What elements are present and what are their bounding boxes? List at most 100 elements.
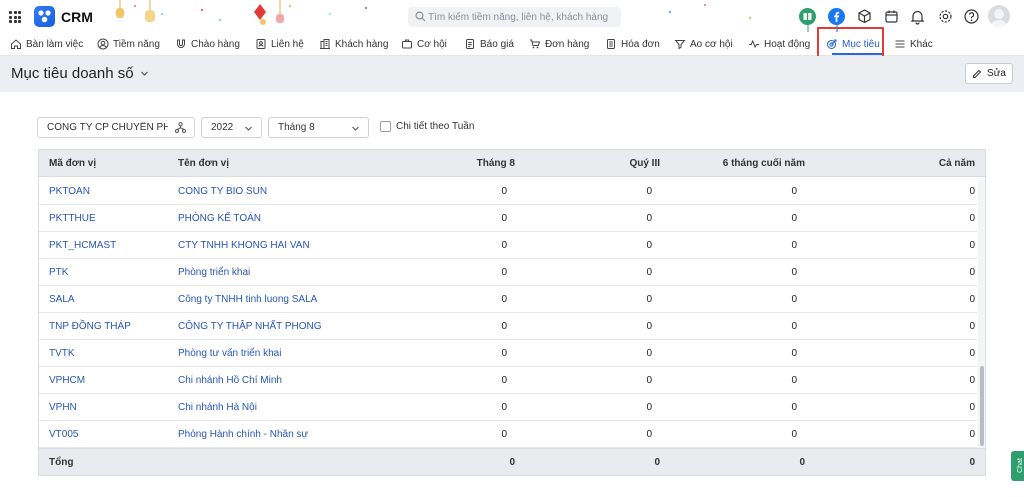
year-value: 2022 bbox=[211, 122, 234, 133]
month-target: 0 bbox=[501, 402, 507, 413]
column-header[interactable]: Mã đơn vị bbox=[49, 158, 96, 169]
unit-code-link[interactable]: PKT_HCMAST bbox=[49, 240, 116, 251]
page-title-dropdown[interactable]: Mục tiêu doanh số bbox=[11, 65, 149, 82]
column-header[interactable]: Cả năm bbox=[939, 158, 975, 169]
scrollbar-thumb[interactable] bbox=[980, 366, 984, 446]
confetti-right-decoration-icon bbox=[668, 4, 752, 20]
book-icon[interactable] bbox=[799, 8, 816, 25]
table-row[interactable]: PTK Phòng triển khai 0 0 0 0 bbox=[39, 259, 977, 286]
table-row[interactable]: VPHN Chi nhánh Hà Nội 0 0 0 0 bbox=[39, 394, 977, 421]
unit-name-link[interactable]: CONG TY BIO SUN bbox=[178, 186, 267, 197]
unit-code-link[interactable]: TVTK bbox=[49, 348, 75, 359]
half-year-target: 0 bbox=[791, 375, 797, 386]
nav-item-offers[interactable]: Chào hàng bbox=[175, 33, 240, 55]
nav-item-more[interactable]: Khác bbox=[894, 33, 933, 55]
unit-name-link[interactable]: Chi nhánh Hồ Chí Minh bbox=[178, 375, 282, 386]
nav-item-pipeline[interactable]: Ao cơ hội bbox=[674, 33, 733, 55]
nav-item-label: Chào hàng bbox=[191, 38, 240, 50]
table-row[interactable]: VT005 Phòng Hành chính - Nhân sự 0 0 0 0 bbox=[39, 421, 977, 448]
nav-item-customers[interactable]: Khách hàng bbox=[319, 33, 388, 55]
unit-code-link[interactable]: SALA bbox=[49, 294, 75, 305]
company-select[interactable]: CÔNG TY CP CHUYỂN PHÁT N... bbox=[37, 117, 195, 138]
org-tree-icon[interactable] bbox=[175, 122, 186, 133]
year-select[interactable]: 2022 bbox=[201, 117, 262, 138]
unit-code-link[interactable]: PKTTHUE bbox=[49, 213, 96, 224]
facebook-icon[interactable] bbox=[828, 8, 845, 25]
unit-name-link[interactable]: CÔNG TY THẬP NHẤT PHONG bbox=[178, 321, 322, 332]
gear-icon[interactable] bbox=[937, 8, 954, 25]
table-row[interactable]: TVTK Phòng tư vấn triển khai 0 0 0 0 bbox=[39, 340, 977, 367]
confetti-decoration-icon bbox=[200, 0, 368, 25]
table-row[interactable]: PKTTHUE PHÒNG KẾ TOÁN 0 0 0 0 bbox=[39, 205, 977, 232]
table-row[interactable]: SALA Công ty TNHH tinh luong SALA 0 0 0 0 bbox=[39, 286, 977, 313]
nav-item-targets[interactable]: Mục tiêu bbox=[826, 33, 886, 55]
table-footer: Tổng 0 0 0 0 bbox=[39, 448, 985, 475]
half-year-target: 0 bbox=[791, 348, 797, 359]
package-icon[interactable] bbox=[856, 8, 873, 25]
nav-item-activities[interactable]: Hoạt động bbox=[748, 33, 810, 55]
table-header: Mã đơn vị Tên đơn vị Tháng 8 Quý III 6 t… bbox=[39, 150, 985, 177]
month-target: 0 bbox=[501, 348, 507, 359]
total-half-year: 0 bbox=[799, 457, 805, 468]
unit-name-link[interactable]: PHÒNG KẾ TOÁN bbox=[178, 213, 261, 224]
quarter-target: 0 bbox=[646, 267, 652, 278]
unit-name-link[interactable]: CTY TNHH KHONG HAI VAN bbox=[178, 240, 310, 251]
unit-code-link[interactable]: TNP ĐỒNG THÁP bbox=[49, 321, 131, 332]
month-target: 0 bbox=[501, 267, 507, 278]
unit-code-link[interactable]: PKTOAN bbox=[49, 186, 90, 197]
unit-name-link[interactable]: Phòng triển khai bbox=[178, 267, 250, 278]
hanging-string-icon bbox=[807, 24, 809, 32]
column-header[interactable]: 6 tháng cuối năm bbox=[723, 158, 805, 169]
month-select[interactable]: Tháng 8 bbox=[268, 117, 369, 138]
year-target: 0 bbox=[969, 267, 975, 278]
page-header: Mục tiêu doanh số Sửa bbox=[0, 56, 1024, 92]
nav-item-quotes[interactable]: Báo giá bbox=[464, 33, 514, 55]
bell-icon[interactable] bbox=[909, 8, 926, 25]
chat-tab[interactable]: Chat bbox=[1011, 451, 1024, 481]
help-icon[interactable] bbox=[963, 8, 980, 25]
total-quarter: 0 bbox=[654, 457, 660, 468]
weekly-detail-checkbox[interactable] bbox=[380, 121, 391, 132]
column-header[interactable]: Tên đơn vị bbox=[178, 158, 229, 169]
table-row[interactable]: VPHCM Chi nhánh Hồ Chí Minh 0 0 0 0 bbox=[39, 367, 977, 394]
table-row[interactable]: TNP ĐỒNG THÁP CÔNG TY THẬP NHẤT PHONG 0 0 0 0 bbox=[39, 313, 977, 340]
edit-button-label: Sửa bbox=[987, 68, 1006, 79]
unit-code-link[interactable]: VT005 bbox=[49, 429, 78, 440]
nav-item-leads[interactable]: Tiềm năng bbox=[97, 33, 160, 55]
weekly-detail-label: Chi tiết theo Tuần bbox=[396, 121, 475, 132]
nav-item-opportunities[interactable]: Cơ hội bbox=[401, 33, 447, 55]
unit-name-link[interactable]: Phòng tư vấn triển khai bbox=[178, 348, 281, 359]
edit-button[interactable]: Sửa bbox=[965, 63, 1013, 84]
unit-name-link[interactable]: Chi nhánh Hà Nội bbox=[178, 402, 257, 413]
unit-name-link[interactable]: Phòng Hành chính - Nhân sự bbox=[178, 429, 308, 440]
target-icon bbox=[827, 39, 837, 49]
chat-label: Chat bbox=[1016, 458, 1024, 473]
nav-item-workspace[interactable]: Bàn làm việc bbox=[10, 33, 83, 55]
month-target: 0 bbox=[501, 213, 507, 224]
unit-code-link[interactable]: PTK bbox=[49, 267, 68, 278]
table-row[interactable]: PKTOAN CONG TY BIO SUN 0 0 0 0 bbox=[39, 178, 977, 205]
unit-name-link[interactable]: Công ty TNHH tinh luong SALA bbox=[178, 294, 317, 305]
column-header[interactable]: Tháng 8 bbox=[477, 158, 515, 169]
user-avatar[interactable] bbox=[988, 5, 1010, 27]
nav-item-invoices[interactable]: Hóa đơn bbox=[605, 33, 660, 55]
apps-grid-icon[interactable] bbox=[9, 11, 21, 23]
calendar-icon[interactable] bbox=[883, 8, 900, 25]
year-target: 0 bbox=[969, 321, 975, 332]
column-header[interactable]: Quý III bbox=[629, 158, 660, 169]
nav-item-orders[interactable]: Đơn hàng bbox=[529, 33, 589, 55]
quarter-target: 0 bbox=[646, 348, 652, 359]
global-search[interactable] bbox=[408, 7, 621, 27]
month-target: 0 bbox=[501, 186, 507, 197]
nav-item-label: Hóa đơn bbox=[621, 38, 660, 50]
unit-code-link[interactable]: VPHCM bbox=[49, 375, 85, 386]
targets-table: Mã đơn vị Tên đơn vị Tháng 8 Quý III 6 t… bbox=[38, 149, 986, 476]
half-year-target: 0 bbox=[791, 429, 797, 440]
nav-item-label: Cơ hội bbox=[417, 38, 447, 50]
nav-item-label: Mục tiêu bbox=[842, 38, 880, 50]
nav-item-contacts[interactable]: Liên hệ bbox=[255, 33, 304, 55]
unit-code-link[interactable]: VPHN bbox=[49, 402, 77, 413]
search-input[interactable] bbox=[428, 7, 618, 27]
table-row[interactable]: PKT_HCMAST CTY TNHH KHONG HAI VAN 0 0 0 0 bbox=[39, 232, 977, 259]
invoice-icon bbox=[607, 39, 615, 49]
